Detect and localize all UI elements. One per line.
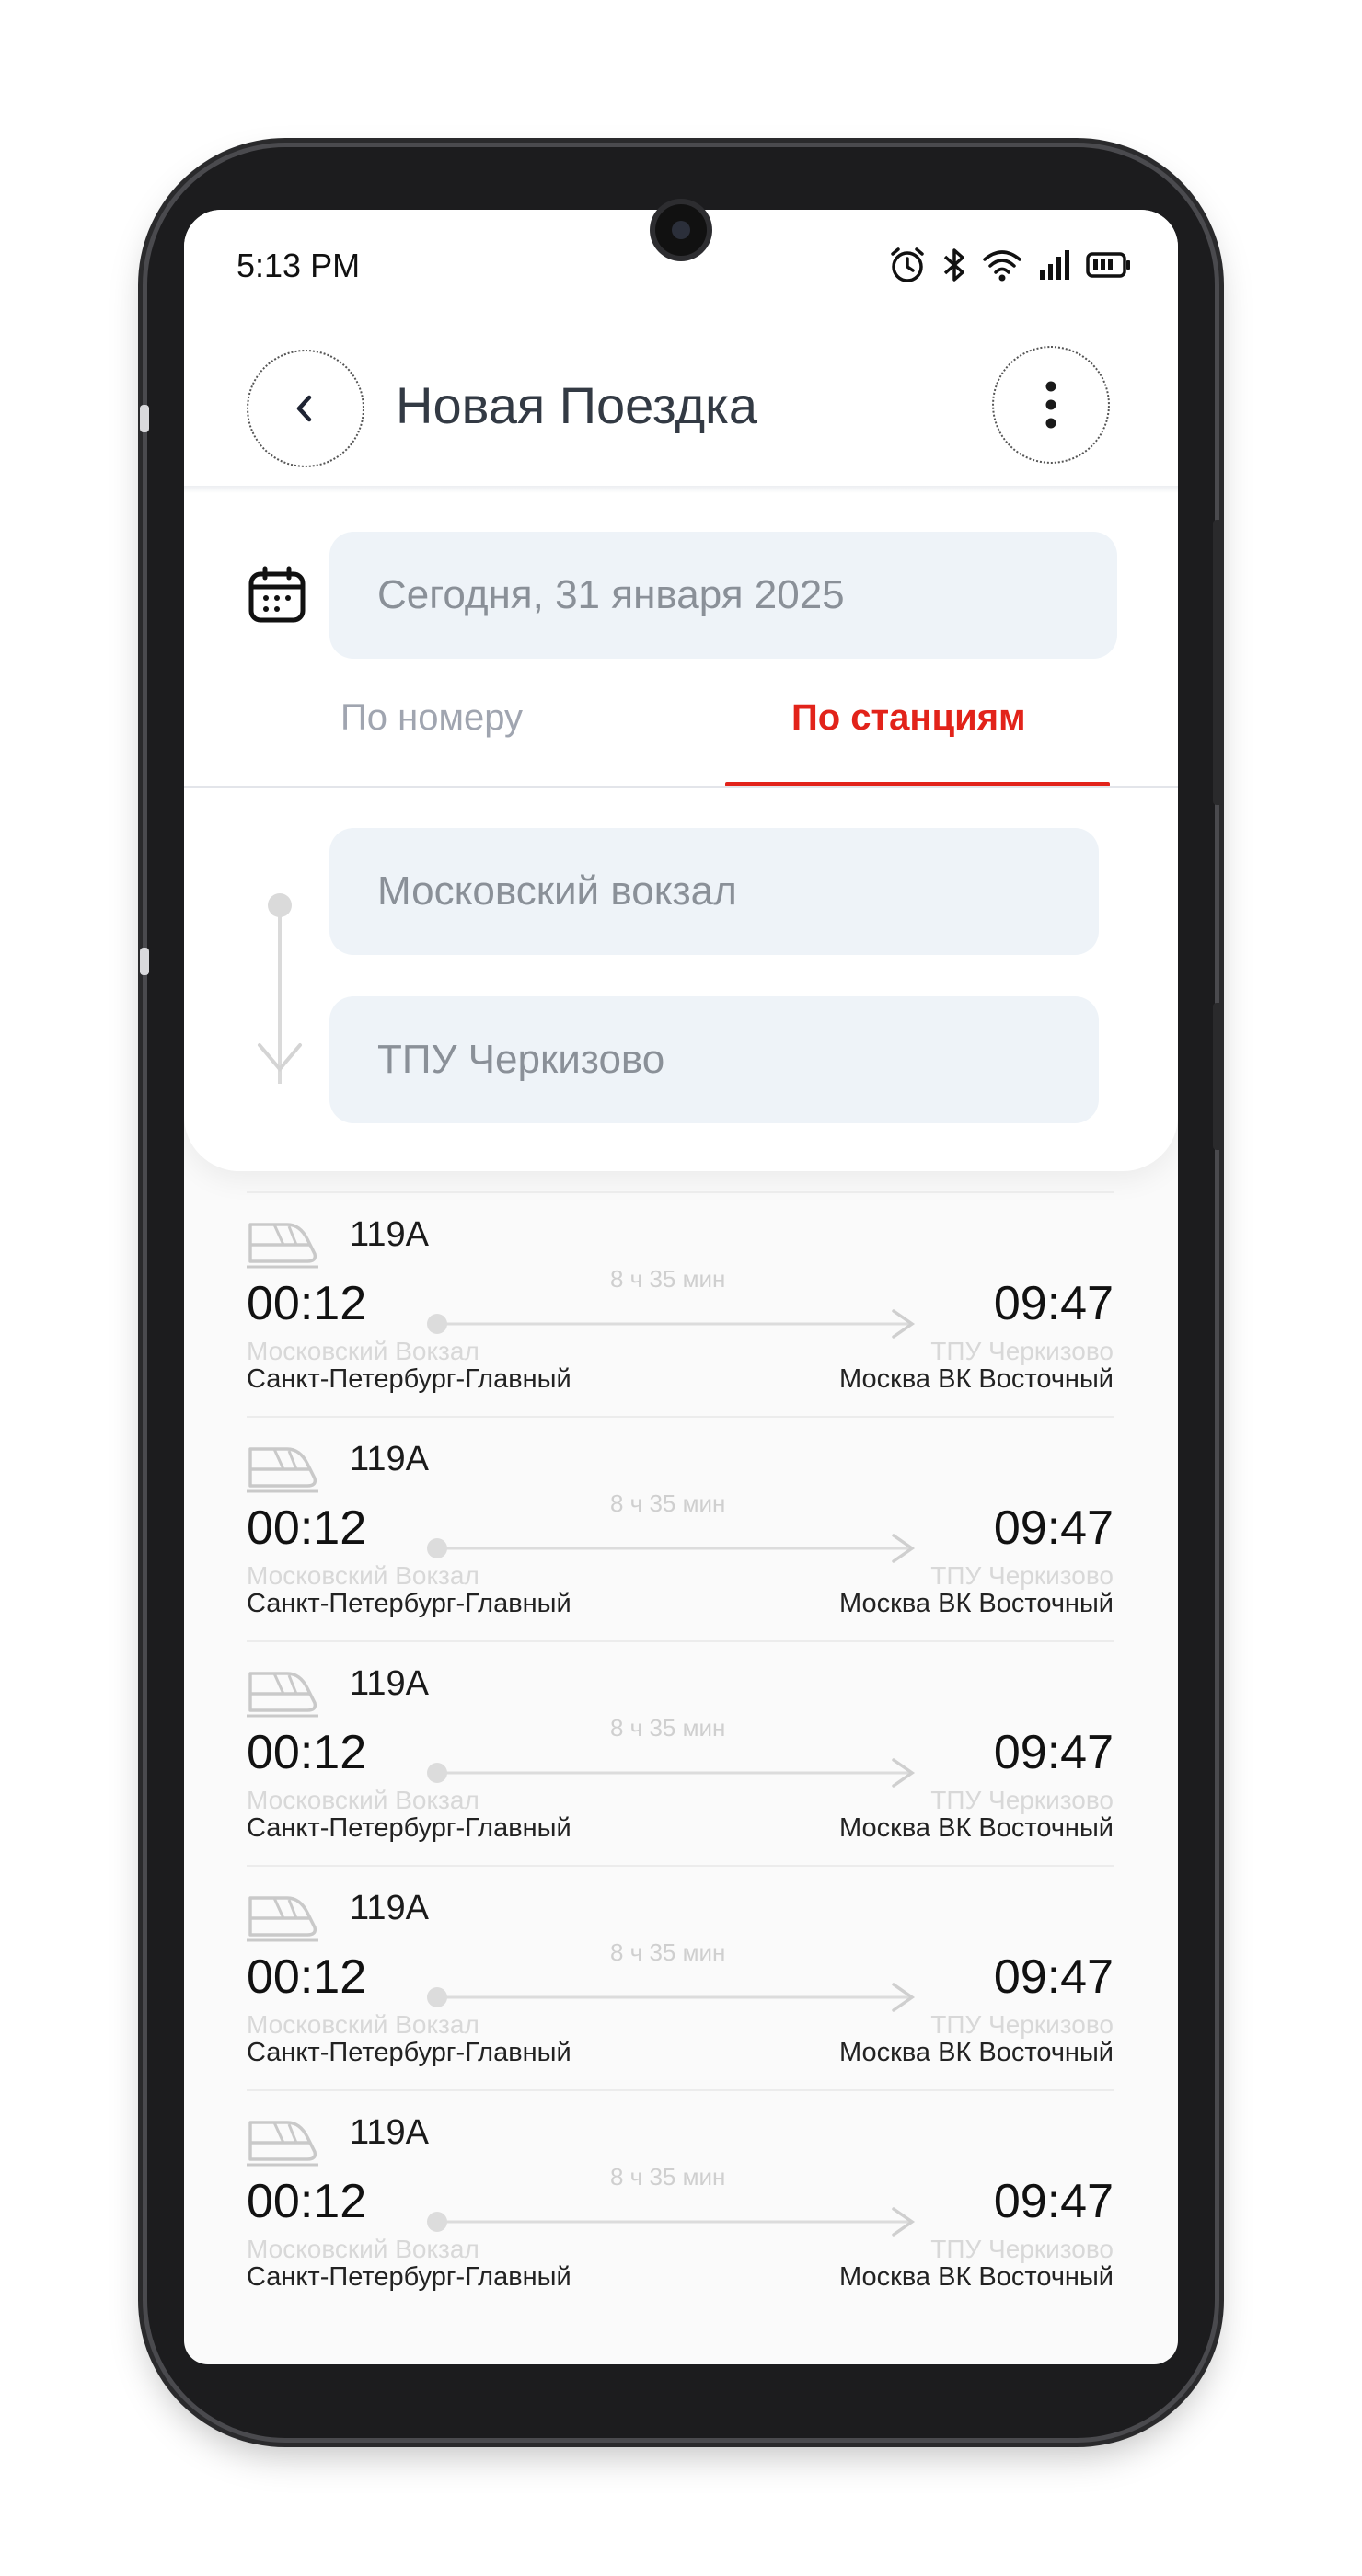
arrival-station: ТПУ Черкизово [930, 1561, 1114, 1590]
frame-mark [140, 405, 149, 432]
departure-time: 00:12 [247, 2175, 367, 2228]
departure-time: 00:12 [247, 1726, 367, 1779]
trip-duration: 8 ч 35 мин [610, 1265, 726, 1293]
header-divider [184, 486, 1178, 493]
trip-duration: 8 ч 35 мин [610, 1938, 726, 1966]
trip-arrow [427, 1534, 916, 1563]
arrival-station: ТПУ Черкизово [930, 2235, 1114, 2263]
train-icon [247, 1447, 318, 1493]
battery-icon [1086, 252, 1130, 278]
signal-icon [1040, 250, 1069, 280]
more-menu-button[interactable] [992, 346, 1110, 464]
trip-arrow [427, 2207, 916, 2237]
from-station-input[interactable]: Московский вокзал [329, 828, 1099, 955]
train-icon [247, 1896, 318, 1942]
volume-button [1213, 1003, 1224, 1150]
arrival-time: 09:47 [993, 1950, 1114, 2004]
departure-time: 00:12 [247, 1501, 367, 1555]
bluetooth-icon [943, 248, 964, 282]
back-button[interactable] [247, 350, 364, 467]
departure-city: Санкт-Петербург-Главный [247, 2038, 571, 2067]
to-station-input[interactable]: ТПУ Черкизово [329, 996, 1099, 1123]
departure-station: Московский Вокзал [247, 1561, 479, 1590]
front-camera [655, 204, 707, 256]
trip-item[interactable]: 119A 00:12 8 ч 35 мин 09:47 Московский В… [247, 1416, 1114, 1642]
departure-station: Московский Вокзал [247, 1786, 479, 1814]
tab-by-number[interactable]: По номеру [340, 697, 523, 739]
train-icon [247, 1672, 318, 1718]
trip-item[interactable]: 119A 00:12 8 ч 35 мин 09:47 Московский В… [247, 1640, 1114, 1867]
arrival-station: ТПУ Черкизово [930, 2010, 1114, 2039]
alarm-icon [891, 247, 924, 282]
trip-duration: 8 ч 35 мин [610, 2163, 726, 2191]
trip-arrow [427, 1983, 916, 2012]
trip-arrow [427, 1309, 916, 1339]
arrival-time: 09:47 [993, 1277, 1114, 1330]
power-button [1213, 520, 1224, 805]
train-number: 119A [350, 1889, 429, 1927]
trip-duration: 8 ч 35 мин [610, 1714, 726, 1742]
departure-city: Санкт-Петербург-Главный [247, 1364, 571, 1394]
arrival-time: 09:47 [993, 1501, 1114, 1555]
departure-city: Санкт-Петербург-Главный [247, 2262, 571, 2292]
arrival-time: 09:47 [993, 2175, 1114, 2228]
arrival-station: ТПУ Черкизово [930, 1786, 1114, 1814]
train-number: 119A [350, 2113, 429, 2152]
route-arrow-icon [258, 1043, 302, 1073]
calendar-icon[interactable] [247, 565, 307, 626]
train-number: 119A [350, 1440, 429, 1478]
trip-item[interactable]: 119A 00:12 8 ч 35 мин 09:47 Московский В… [247, 1865, 1114, 2091]
departure-time: 00:12 [247, 1950, 367, 2004]
departure-city: Санкт-Петербург-Главный [247, 1813, 571, 1843]
date-field[interactable]: Сегодня, 31 января 2025 [329, 532, 1117, 659]
arrival-time: 09:47 [993, 1726, 1114, 1779]
trip-item[interactable]: 119A 00:12 8 ч 35 мин 09:47 Московский В… [247, 1191, 1114, 1418]
tab-by-stations[interactable]: По станциям [791, 697, 1026, 739]
tabs-divider [184, 786, 1178, 788]
arrival-city: Москва ВК Восточный [839, 2038, 1114, 2067]
status-icons [887, 245, 1132, 285]
arrival-city: Москва ВК Восточный [839, 1589, 1114, 1618]
arrival-city: Москва ВК Восточный [839, 1813, 1114, 1843]
status-time: 5:13 PM [237, 247, 361, 284]
departure-city: Санкт-Петербург-Главный [247, 1589, 571, 1618]
train-icon [247, 1223, 318, 1269]
trip-arrow [427, 1758, 916, 1788]
frame-mark [140, 948, 149, 975]
departure-station: Московский Вокзал [247, 2010, 479, 2039]
departure-station: Московский Вокзал [247, 2235, 479, 2263]
arrival-station: ТПУ Черкизово [930, 1337, 1114, 1365]
train-icon [247, 2121, 318, 2167]
page-title: Новая Поездка [396, 376, 758, 434]
arrival-city: Москва ВК Восточный [839, 2262, 1114, 2292]
back-chevron-icon [296, 395, 312, 422]
train-number: 119A [350, 1664, 429, 1703]
departure-station: Московский Вокзал [247, 1337, 479, 1365]
train-number: 119A [350, 1215, 429, 1254]
wifi-icon [983, 250, 1022, 282]
departure-time: 00:12 [247, 1277, 367, 1330]
more-vertical-icon [1045, 381, 1056, 429]
arrival-city: Москва ВК Восточный [839, 1364, 1114, 1394]
trip-item[interactable]: 119A 00:12 8 ч 35 мин 09:47 Московский В… [247, 2089, 1114, 2316]
trip-duration: 8 ч 35 мин [610, 1489, 726, 1517]
screen: 5:13 PM Новая Поездка Сегодня, 31 января… [184, 210, 1178, 2364]
